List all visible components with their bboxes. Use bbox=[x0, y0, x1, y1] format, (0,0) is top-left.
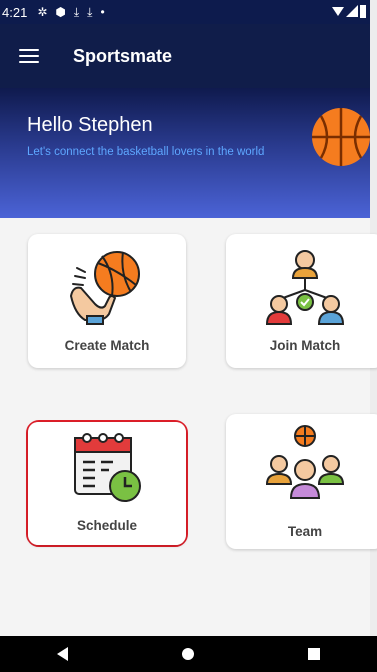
recents-icon bbox=[308, 648, 321, 660]
dot-icon: • bbox=[100, 5, 105, 19]
team-basketball-icon bbox=[265, 425, 345, 499]
team-card[interactable]: Team bbox=[226, 414, 377, 549]
card-label: Team bbox=[287, 524, 323, 539]
gear-icon: ✲ bbox=[37, 5, 48, 19]
calendar-clock-icon bbox=[74, 433, 141, 502]
app-bar: Sportsmate bbox=[0, 24, 370, 88]
system-nav-bar bbox=[0, 636, 377, 672]
signal-icon bbox=[346, 5, 358, 17]
status-time: 4:21 bbox=[2, 4, 28, 20]
content-area: Create Match Join Match Schedule Team bbox=[0, 218, 377, 636]
status-right-icons bbox=[332, 4, 366, 18]
schedule-card[interactable]: Schedule bbox=[28, 422, 186, 545]
back-icon bbox=[56, 647, 68, 661]
recents-button[interactable] bbox=[294, 636, 334, 672]
home-button[interactable] bbox=[168, 636, 208, 672]
greeting: Hello Stephen bbox=[27, 114, 153, 136]
people-network-icon bbox=[265, 250, 345, 325]
status-bar: 4:21 ✲ ⬢ ⤓ ⤓ • bbox=[0, 0, 370, 24]
battery-icon bbox=[360, 5, 366, 18]
hero-banner: Hello Stephen Let's connect the basketba… bbox=[0, 88, 370, 218]
status-icons: ✲ ⬢ ⤓ ⤓ • bbox=[37, 5, 104, 20]
hamburger-menu-icon[interactable] bbox=[19, 49, 39, 63]
app-title: Sportsmate bbox=[73, 45, 173, 66]
create-match-card[interactable]: Create Match bbox=[28, 234, 186, 368]
hand-basketball-icon bbox=[69, 251, 140, 325]
card-label: Join Match bbox=[269, 338, 341, 353]
basketball-icon bbox=[312, 108, 370, 166]
card-label: Schedule bbox=[76, 518, 138, 533]
join-match-card[interactable]: Join Match bbox=[226, 234, 377, 368]
download-icon: ⤓ bbox=[87, 4, 93, 19]
download-icon: ⤓ bbox=[73, 4, 80, 19]
tagline: Let's connect the basketball lovers in t… bbox=[27, 146, 265, 158]
home-icon bbox=[182, 648, 195, 660]
card-label: Create Match bbox=[64, 338, 150, 353]
back-button[interactable] bbox=[43, 636, 83, 672]
shield-icon: ⬢ bbox=[55, 5, 66, 19]
wifi-icon bbox=[332, 7, 344, 16]
